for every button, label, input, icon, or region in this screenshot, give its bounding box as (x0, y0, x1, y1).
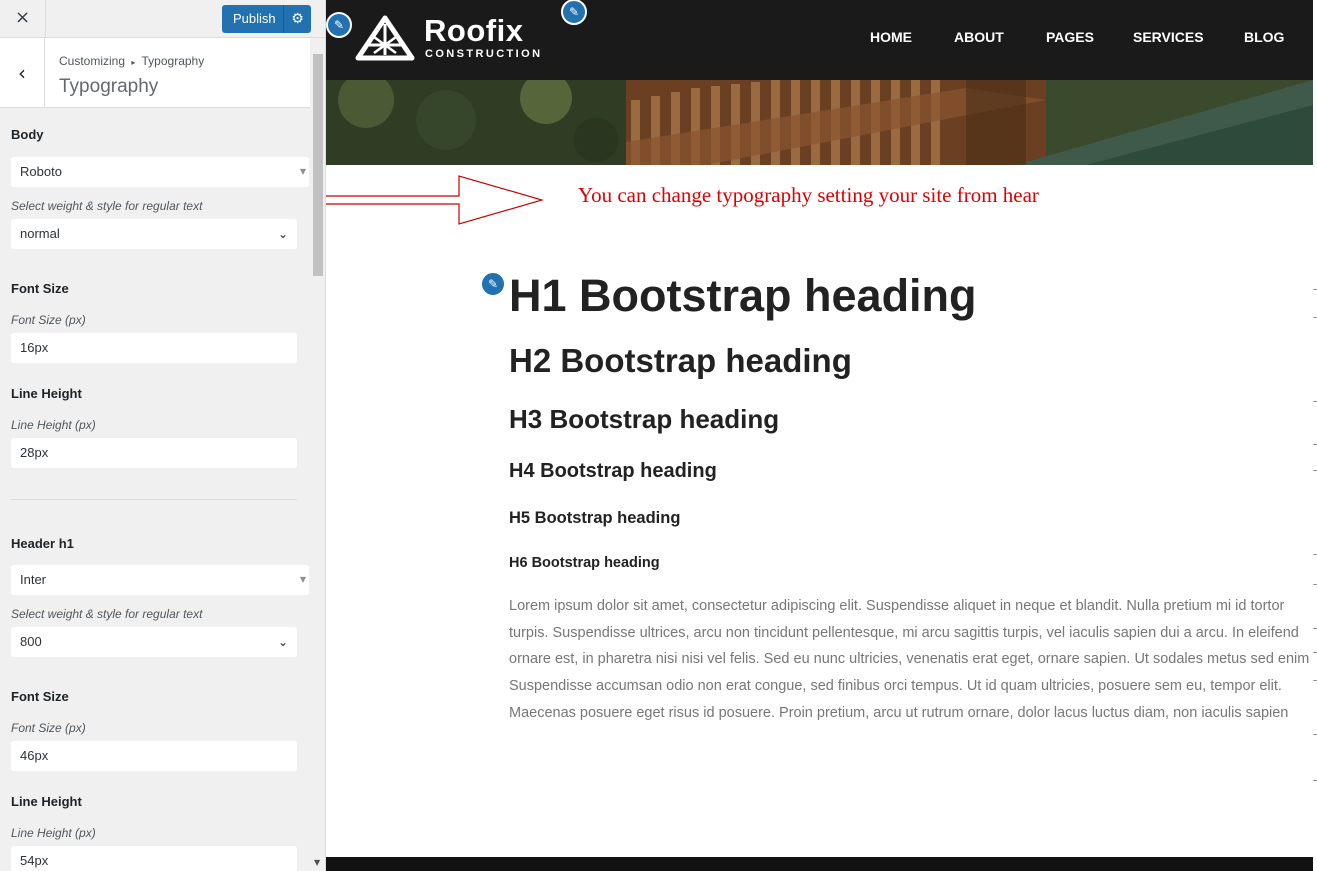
scroll-down-arrow-icon[interactable]: ▼ (314, 858, 320, 867)
edge-tick (1313, 680, 1317, 681)
scroll-thumb[interactable] (313, 54, 323, 276)
nav-pages[interactable]: PAGES (1046, 29, 1094, 45)
site-footer (326, 857, 1313, 871)
h1-line-height-description: Line Height (px) (11, 826, 96, 840)
edge-tick (1313, 628, 1317, 629)
heading-h6: H6 Bootstrap heading (509, 555, 660, 571)
section-header: ‹ Customizing ▸ Typography Typography (0, 38, 310, 108)
edge-tick (1313, 780, 1317, 781)
preview-right-edge (1313, 0, 1317, 871)
edge-tick (1313, 652, 1317, 653)
dropdown-caret-icon: ▼ (299, 167, 306, 176)
heading-h5: H5 Bootstrap heading (509, 509, 681, 527)
body-font-size-input[interactable]: 16px (11, 333, 297, 363)
publish-label: Publish (233, 11, 276, 26)
body-control-title: Body (11, 127, 44, 142)
close-icon[interactable]: × (0, 0, 46, 38)
h1-font-size-value: 46px (20, 748, 49, 763)
hero-image (326, 80, 1313, 165)
paragraph-line: Suspendisse accumsan odio non erat congu… (509, 678, 1282, 695)
body-line-height-description: Line Height (px) (11, 418, 96, 432)
body-font-size-description: Font Size (px) (11, 313, 86, 327)
h1-font-size-description: Font Size (px) (11, 721, 86, 735)
breadcrumb-separator-icon: ▸ (131, 58, 136, 67)
nav-home[interactable]: HOME (870, 29, 912, 45)
logo-icon (355, 15, 415, 61)
edge-tick (1313, 554, 1317, 555)
heading-h3: H3 Bootstrap heading (509, 404, 780, 434)
edit-pencil-icon[interactable]: ✎ (561, 0, 587, 25)
h1-line-height-title: Line Height (11, 794, 82, 809)
h1-font-family-value: Inter (20, 572, 47, 587)
sidebar-scrollbar[interactable]: ▼ (311, 38, 325, 871)
body-line-height-title: Line Height (11, 386, 82, 401)
logo-wordmark[interactable]: Roofix (424, 13, 523, 49)
breadcrumb-current: Typography (141, 54, 205, 68)
h1-font-family-select[interactable]: Inter ▼ (11, 565, 309, 595)
gear-icon[interactable]: ⚙ (283, 5, 311, 33)
breadcrumb: Customizing ▸ Typography (59, 54, 204, 68)
back-chevron-icon[interactable]: ‹ (0, 38, 45, 108)
edge-tick (1313, 317, 1317, 318)
edit-pencil-icon[interactable]: ✎ (480, 271, 506, 297)
site-header: Roofix CONSTRUCTION HOME ABOUT PAGES SER… (326, 0, 1313, 80)
nav-blog[interactable]: BLOG (1244, 29, 1284, 45)
edge-tick (1313, 584, 1317, 585)
heading-h2: H2 Bootstrap heading (509, 342, 852, 379)
annotation-arrow-icon (326, 175, 544, 225)
site-preview: Roofix CONSTRUCTION HOME ABOUT PAGES SER… (326, 0, 1317, 871)
paragraph-line: ornare est, in pharetra nisi nisi vel fe… (509, 651, 1310, 668)
paragraph-line: Maecenas posuere eget risus id posuere. … (509, 704, 1289, 721)
heading-h1: H1 Bootstrap heading (509, 270, 977, 321)
body-weight-value: normal (20, 226, 60, 241)
body-font-size-value: 16px (20, 340, 49, 355)
paragraph-line: Lorem ipsum dolor sit amet, consectetur … (509, 598, 1285, 614)
body-font-family-select[interactable]: Roboto ▼ (11, 157, 309, 187)
h1-font-size-input[interactable]: 46px (11, 741, 297, 771)
annotation-text: You can change typography setting your s… (578, 183, 1039, 207)
heading-h4: H4 Bootstrap heading (509, 460, 717, 482)
customizer-topbar: × Publish ⚙ (0, 0, 325, 38)
divider (11, 499, 297, 500)
dropdown-caret-icon: ▼ (299, 575, 306, 584)
publish-button[interactable]: Publish ⚙ (222, 5, 311, 33)
h1-control-title: Header h1 (11, 536, 74, 551)
edge-tick (1313, 734, 1317, 735)
chevron-down-icon: ⌄ (277, 635, 288, 649)
body-line-height-input[interactable]: 28px (11, 438, 297, 468)
customizer-sidebar: × Publish ⚙ ‹ Customizing ▸ Typography T… (0, 0, 326, 871)
nav-about[interactable]: ABOUT (954, 29, 1004, 45)
nav-services[interactable]: SERVICES (1133, 29, 1204, 45)
section-title: Typography (59, 76, 159, 97)
body-weight-select[interactable]: normal ⌄ (11, 219, 297, 249)
edit-pencil-icon[interactable]: ✎ (326, 12, 352, 38)
h1-weight-select[interactable]: 800 ⌄ (11, 627, 297, 657)
edge-tick (1313, 470, 1317, 471)
h1-weight-value: 800 (20, 634, 42, 649)
edge-tick (1313, 289, 1317, 290)
breadcrumb-root: Customizing (59, 54, 126, 68)
h1-line-height-value: 54px (20, 853, 49, 868)
body-line-height-value: 28px (20, 445, 49, 460)
chevron-down-icon: ⌄ (277, 227, 288, 241)
edge-tick (1313, 401, 1317, 402)
paragraph-line: turpis. Suspendisse ultrices, arcu non t… (509, 624, 1299, 641)
body-paragraph: Lorem ipsum dolor sit amet, consectetur … (509, 593, 1317, 727)
edge-tick (1313, 444, 1317, 445)
h1-line-height-input[interactable]: 54px (11, 846, 297, 871)
h1-weight-description: Select weight & style for regular text (11, 607, 203, 621)
body-font-size-title: Font Size (11, 281, 69, 296)
h1-font-size-title: Font Size (11, 689, 69, 704)
logo-subtitle: CONSTRUCTION (425, 48, 543, 60)
body-font-family-value: Roboto (20, 164, 62, 179)
body-weight-description: Select weight & style for regular text (11, 199, 203, 213)
